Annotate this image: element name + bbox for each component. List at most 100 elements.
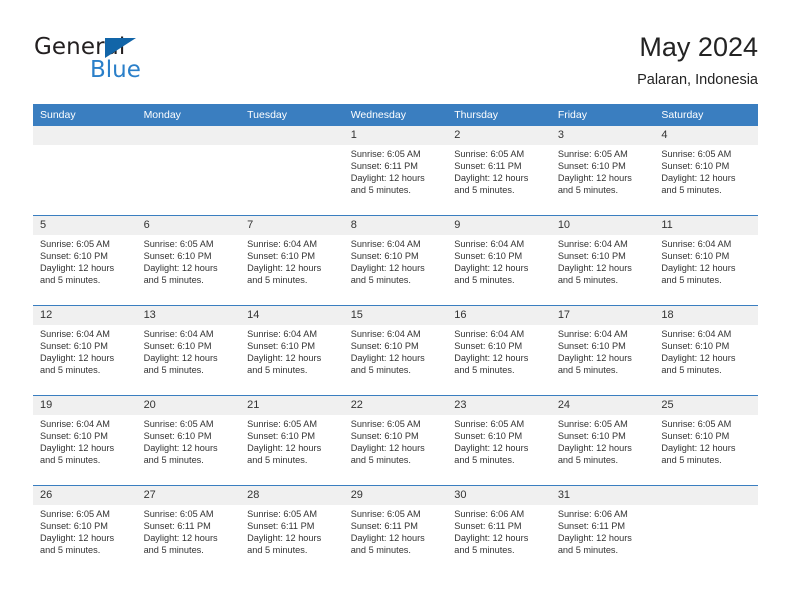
calendar-day-cell[interactable]: 28 Sunrise: 6:05 AM Sunset: 6:11 PM Dayligh… bbox=[240, 485, 344, 575]
daylight-text-line2: and 5 minutes. bbox=[454, 545, 515, 556]
day-details: Sunrise: 6:05 AM Sunset: 6:10 PM Daylight:… bbox=[137, 415, 241, 466]
calendar-day-cell[interactable]: 8 Sunrise: 6:04 AM Sunset: 6:10 PM Daylight… bbox=[343, 215, 448, 306]
calendar-day-cell-inner: 11 Sunrise: 6:04 AM Sunset: 6:10 PM Dayligh… bbox=[654, 216, 758, 305]
calendar-day-cell[interactable]: 13 Sunrise: 6:04 AM Sunset: 6:10 PM Dayligh… bbox=[136, 305, 241, 396]
daylight-text-line1: Daylight: 12 hours bbox=[661, 173, 736, 184]
day-number: 5 bbox=[33, 216, 137, 235]
calendar-day-cell-inner: 13 Sunrise: 6:04 AM Sunset: 6:10 PM Dayligh… bbox=[136, 306, 241, 395]
sunset-text: Sunset: 6:11 PM bbox=[247, 521, 315, 532]
calendar-day-cell[interactable]: 9 Sunrise: 6:04 AM Sunset: 6:10 PM Daylight… bbox=[447, 215, 551, 306]
day-details: Sunrise: 6:04 AM Sunset: 6:10 PM Daylight:… bbox=[240, 325, 344, 376]
sunset-text: Sunset: 6:10 PM bbox=[454, 251, 523, 262]
calendar-day-cell[interactable]: 17 Sunrise: 6:04 AM Sunset: 6:10 PM Dayligh… bbox=[550, 305, 655, 396]
day-number bbox=[654, 486, 758, 505]
calendar-day-cell-inner: 2 Sunrise: 6:05 AM Sunset: 6:11 PM Daylight… bbox=[447, 126, 551, 215]
calendar-day-cell[interactable]: 19 Sunrise: 6:04 AM Sunset: 6:10 PM Dayligh… bbox=[33, 395, 137, 486]
day-number: 17 bbox=[550, 306, 655, 325]
calendar-day-cell[interactable]: 10 Sunrise: 6:04 AM Sunset: 6:10 PM Dayligh… bbox=[550, 215, 655, 306]
sunrise-text: Sunrise: 6:04 AM bbox=[557, 329, 628, 339]
calendar-day-cell[interactable]: 18 Sunrise: 6:04 AM Sunset: 6:10 PM Dayligh… bbox=[654, 305, 758, 396]
calendar-day-cell[interactable]: 2 Sunrise: 6:05 AM Sunset: 6:11 PM Daylight… bbox=[447, 126, 551, 216]
calendar-day-cell[interactable]: 1 Sunrise: 6:05 AM Sunset: 6:11 PM Daylight… bbox=[343, 126, 448, 216]
day-number: 25 bbox=[654, 396, 758, 415]
calendar-day-cell[interactable]: 16 Sunrise: 6:04 AM Sunset: 6:10 PM Dayligh… bbox=[447, 305, 551, 396]
calendar-week-row: 12 Sunrise: 6:04 AM Sunset: 6:10 PM Dayligh… bbox=[33, 305, 758, 396]
day-details: Sunrise: 6:05 AM Sunset: 6:10 PM Daylight:… bbox=[551, 145, 655, 196]
sunrise-text: Sunrise: 6:05 AM bbox=[454, 149, 525, 159]
sunset-text: Sunset: 6:10 PM bbox=[454, 431, 523, 442]
calendar-day-cell[interactable]: 29 Sunrise: 6:05 AM Sunset: 6:11 PM Dayligh… bbox=[343, 485, 448, 575]
calendar-day-cell-inner: 17 Sunrise: 6:04 AM Sunset: 6:10 PM Dayligh… bbox=[550, 306, 655, 395]
daylight-text-line1: Daylight: 12 hours bbox=[247, 263, 322, 274]
sunset-text: Sunset: 6:10 PM bbox=[40, 521, 108, 532]
sunrise-text: Sunrise: 6:04 AM bbox=[350, 329, 421, 339]
sunrise-text: Sunrise: 6:05 AM bbox=[350, 149, 421, 159]
sunrise-text: Sunrise: 6:05 AM bbox=[557, 149, 628, 159]
day-number: 27 bbox=[136, 486, 241, 505]
daylight-text-line2: and 5 minutes. bbox=[350, 365, 411, 376]
weekday-header-tuesday: Tuesday bbox=[240, 104, 344, 126]
calendar-day-cell[interactable]: 26 Sunrise: 6:05 AM Sunset: 6:10 PM Dayligh… bbox=[33, 485, 137, 575]
calendar-day-cell[interactable]: 21 Sunrise: 6:05 AM Sunset: 6:10 PM Dayligh… bbox=[240, 395, 344, 486]
calendar-day-cell[interactable]: 11 Sunrise: 6:04 AM Sunset: 6:10 PM Dayligh… bbox=[654, 215, 758, 306]
calendar-day-cell-inner: 9 Sunrise: 6:04 AM Sunset: 6:10 PM Daylight… bbox=[447, 216, 551, 305]
sunrise-text: Sunrise: 6:04 AM bbox=[661, 239, 732, 249]
daylight-text-line2: and 5 minutes. bbox=[454, 365, 515, 376]
calendar-day-cell[interactable]: 4 Sunrise: 6:05 AM Sunset: 6:10 PM Daylight… bbox=[654, 126, 758, 216]
calendar-day-cell-inner: 24 Sunrise: 6:05 AM Sunset: 6:10 PM Dayligh… bbox=[550, 396, 655, 485]
sunset-text: Sunset: 6:10 PM bbox=[557, 161, 626, 172]
daylight-text-line2: and 5 minutes. bbox=[350, 545, 411, 556]
day-details bbox=[33, 145, 137, 148]
day-number: 7 bbox=[240, 216, 344, 235]
day-details bbox=[137, 145, 241, 148]
day-number: 4 bbox=[654, 126, 758, 145]
calendar-day-cell[interactable]: 27 Sunrise: 6:05 AM Sunset: 6:11 PM Dayligh… bbox=[136, 485, 241, 575]
calendar-day-cell[interactable]: 31 Sunrise: 6:06 AM Sunset: 6:11 PM Dayligh… bbox=[550, 485, 655, 575]
sunset-text: Sunset: 6:10 PM bbox=[143, 251, 212, 262]
calendar-day-cell[interactable]: 23 Sunrise: 6:05 AM Sunset: 6:10 PM Dayligh… bbox=[447, 395, 551, 486]
calendar-day-cell-inner: 5 Sunrise: 6:05 AM Sunset: 6:10 PM Daylight… bbox=[33, 216, 137, 305]
general-blue-logo[interactable]: General Blue bbox=[34, 34, 224, 90]
daylight-text-line1: Daylight: 12 hours bbox=[661, 263, 736, 274]
daylight-text-line2: and 5 minutes. bbox=[557, 275, 619, 286]
day-details: Sunrise: 6:04 AM Sunset: 6:10 PM Daylight:… bbox=[551, 325, 655, 376]
sunset-text: Sunset: 6:10 PM bbox=[557, 341, 626, 352]
title-block: May 2024 Palaran, Indonesia bbox=[637, 30, 758, 90]
sunset-text: Sunset: 6:11 PM bbox=[350, 161, 418, 172]
day-details: Sunrise: 6:05 AM Sunset: 6:10 PM Daylight:… bbox=[240, 415, 344, 466]
daylight-text-line1: Daylight: 12 hours bbox=[557, 533, 632, 544]
weekday-header-row: Sunday Monday Tuesday Wednesday Thursday… bbox=[33, 104, 758, 126]
day-number: 19 bbox=[33, 396, 137, 415]
calendar-day-cell[interactable]: 3 Sunrise: 6:05 AM Sunset: 6:10 PM Daylight… bbox=[550, 126, 655, 216]
calendar-day-cell-inner: 7 Sunrise: 6:04 AM Sunset: 6:10 PM Daylight… bbox=[240, 216, 344, 305]
daylight-text-line1: Daylight: 12 hours bbox=[247, 443, 322, 454]
calendar-day-cell[interactable]: 14 Sunrise: 6:04 AM Sunset: 6:10 PM Dayligh… bbox=[240, 305, 344, 396]
day-details: Sunrise: 6:05 AM Sunset: 6:10 PM Daylight:… bbox=[137, 235, 241, 286]
daylight-text-line1: Daylight: 12 hours bbox=[143, 263, 218, 274]
sunset-text: Sunset: 6:11 PM bbox=[143, 521, 211, 532]
day-details bbox=[654, 505, 758, 508]
page-title: May 2024 bbox=[639, 32, 758, 62]
daylight-text-line1: Daylight: 12 hours bbox=[454, 443, 529, 454]
sunset-text: Sunset: 6:10 PM bbox=[454, 341, 523, 352]
calendar-day-cell[interactable]: 15 Sunrise: 6:04 AM Sunset: 6:10 PM Dayligh… bbox=[343, 305, 448, 396]
daylight-text-line2: and 5 minutes. bbox=[661, 185, 722, 196]
calendar-day-cell-inner: 15 Sunrise: 6:04 AM Sunset: 6:10 PM Dayligh… bbox=[343, 306, 448, 395]
sunrise-text: Sunrise: 6:05 AM bbox=[143, 419, 214, 429]
day-number: 28 bbox=[240, 486, 344, 505]
calendar-day-cell[interactable]: 7 Sunrise: 6:04 AM Sunset: 6:10 PM Daylight… bbox=[240, 215, 344, 306]
calendar-day-cell[interactable]: 5 Sunrise: 6:05 AM Sunset: 6:10 PM Daylight… bbox=[33, 215, 137, 306]
calendar-day-cell[interactable]: 30 Sunrise: 6:06 AM Sunset: 6:11 PM Dayligh… bbox=[447, 485, 551, 575]
calendar-day-cell[interactable]: 24 Sunrise: 6:05 AM Sunset: 6:10 PM Dayligh… bbox=[550, 395, 655, 486]
calendar-day-cell[interactable]: 22 Sunrise: 6:05 AM Sunset: 6:10 PM Dayligh… bbox=[343, 395, 448, 486]
calendar-day-cell[interactable]: 25 Sunrise: 6:05 AM Sunset: 6:10 PM Dayligh… bbox=[654, 395, 758, 486]
daylight-text-line2: and 5 minutes. bbox=[143, 455, 204, 466]
day-details: Sunrise: 6:04 AM Sunset: 6:10 PM Daylight:… bbox=[240, 235, 344, 286]
day-number: 3 bbox=[550, 126, 655, 145]
calendar-day-cell[interactable]: 6 Sunrise: 6:05 AM Sunset: 6:10 PM Daylight… bbox=[136, 215, 241, 306]
calendar-day-cell-inner: 6 Sunrise: 6:05 AM Sunset: 6:10 PM Daylight… bbox=[136, 216, 241, 305]
daylight-text-line2: and 5 minutes. bbox=[143, 275, 204, 286]
calendar-day-cell[interactable]: 20 Sunrise: 6:05 AM Sunset: 6:10 PM Dayligh… bbox=[136, 395, 241, 486]
sunset-text: Sunset: 6:10 PM bbox=[350, 251, 419, 262]
calendar-day-cell[interactable]: 12 Sunrise: 6:04 AM Sunset: 6:10 PM Dayligh… bbox=[33, 305, 137, 396]
